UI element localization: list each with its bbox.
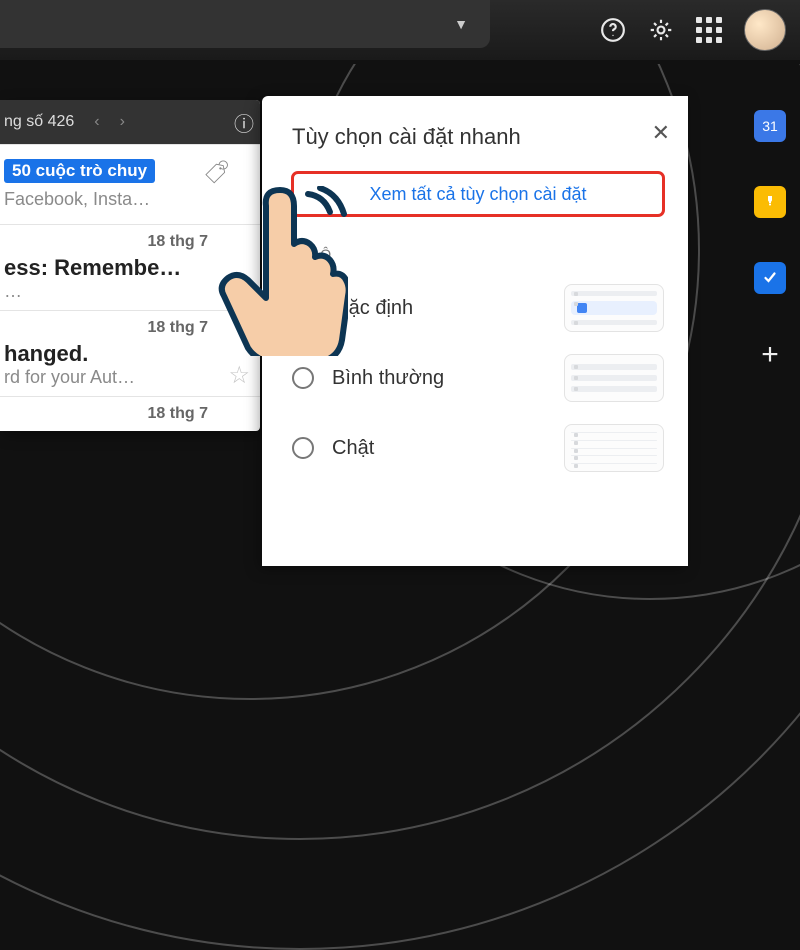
see-all-settings-label: Xem tất cả tùy chọn cài đặt	[369, 184, 586, 205]
see-all-settings-button[interactable]: Xem tất cả tùy chọn cài đặt	[292, 172, 664, 216]
mail-preview: Facebook, Insta…	[4, 189, 250, 210]
density-thumb-normal	[564, 354, 664, 402]
mail-date: 18 thg 7	[4, 319, 250, 337]
pager-next-icon[interactable]: ›	[120, 113, 125, 131]
star-icon[interactable]: ☆	[228, 275, 250, 304]
mail-subject: ess: Remembe…	[4, 255, 250, 281]
keep-icon[interactable]	[754, 186, 786, 218]
mail-row[interactable]: 18 thg 7 hanged. rd for your Aut… ☆	[0, 310, 260, 396]
density-option-normal[interactable]: Bình thường	[292, 354, 664, 402]
input-tools-icon[interactable]: ⓘ	[234, 108, 254, 137]
density-thumb-default	[564, 284, 664, 332]
close-icon[interactable]: ✕	[652, 120, 670, 146]
panel-title: Tùy chọn cài đặt nhanh	[292, 124, 664, 150]
mail-row[interactable]: 18 thg 7 ess: Remembe… … ☆	[0, 224, 260, 310]
gear-icon[interactable]	[648, 17, 674, 43]
pager-count: ng số 426	[4, 113, 74, 131]
mail-row[interactable]: 🏷 50 cuộc trò chuy Facebook, Insta…	[0, 144, 260, 224]
radio-icon[interactable]	[292, 367, 314, 389]
calendar-icon[interactable]: 31	[754, 110, 786, 142]
account-avatar[interactable]	[744, 9, 786, 51]
apps-grid-icon[interactable]	[696, 17, 722, 43]
mail-subject: hanged.	[4, 341, 250, 367]
label-icon: 🏷	[203, 158, 229, 186]
conversation-count-tag: 50 cuộc trò chuy	[4, 159, 155, 183]
density-option-default[interactable]: Mặc định	[292, 284, 664, 332]
star-icon[interactable]: ☆	[228, 361, 250, 390]
pager-prev-icon[interactable]: ‹	[94, 113, 99, 131]
add-addon-icon[interactable]: +	[761, 338, 779, 372]
density-thumb-compact	[564, 424, 664, 472]
density-option-compact[interactable]: Chật	[292, 424, 664, 472]
search-box[interactable]: ▼	[0, 0, 490, 48]
density-section-label: T ĐỘ	[292, 246, 664, 262]
mail-preview: …	[4, 281, 250, 302]
mail-row[interactable]: 18 thg 7	[0, 396, 260, 431]
radio-icon[interactable]	[292, 297, 314, 319]
app-header: ▼	[0, 0, 800, 64]
mail-date: 18 thg 7	[4, 233, 250, 251]
calendar-day: 31	[762, 118, 778, 134]
quick-settings-panel: Tùy chọn cài đặt nhanh ✕ Xem tất cả tùy …	[262, 96, 688, 566]
option-label: Bình thường	[332, 367, 444, 390]
radio-icon[interactable]	[292, 437, 314, 459]
help-icon[interactable]	[600, 17, 626, 43]
option-label: Mặc định	[332, 297, 413, 320]
search-options-caret-icon[interactable]: ▼	[454, 16, 468, 32]
mail-pager: ng số 426 ‹ › ⓘ	[0, 100, 260, 144]
mail-date: 18 thg 7	[4, 405, 250, 423]
side-panel-rail: 31 +	[754, 110, 786, 372]
option-label: Chật	[332, 437, 374, 460]
mail-preview: rd for your Aut…	[4, 367, 250, 388]
tasks-icon[interactable]	[754, 262, 786, 294]
mail-list: ng số 426 ‹ › ⓘ 🏷 50 cuộc trò chuy Faceb…	[0, 100, 260, 431]
